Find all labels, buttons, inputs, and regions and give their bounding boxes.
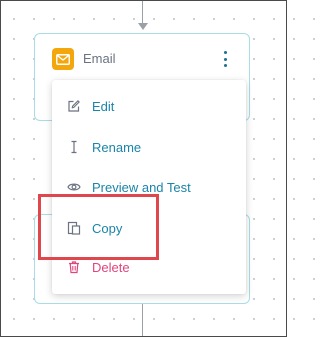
copy-icon	[67, 221, 81, 235]
node-title: Email	[83, 51, 116, 66]
trash-icon	[67, 260, 81, 274]
edit-icon	[67, 99, 81, 113]
menu-item-edit[interactable]: Edit	[52, 89, 246, 123]
node-context-menu: Edit Rename Preview and Test Copy Delete	[52, 80, 246, 294]
kebab-dot	[223, 64, 227, 67]
text-cursor-icon	[67, 140, 81, 154]
connector-arrow-icon	[138, 23, 148, 30]
menu-item-label: Preview and Test	[92, 179, 191, 195]
more-options-button[interactable]	[220, 49, 230, 69]
kebab-dot	[223, 57, 227, 61]
menu-item-label: Delete	[92, 259, 130, 275]
menu-item-label: Edit	[92, 98, 115, 114]
eye-icon	[67, 180, 81, 194]
connector-line-bottom	[142, 304, 143, 337]
kebab-dot	[223, 51, 227, 54]
menu-item-delete[interactable]: Delete	[52, 250, 246, 284]
envelope-icon	[56, 53, 70, 65]
menu-item-copy[interactable]: Copy	[52, 211, 246, 245]
email-node-badge	[52, 48, 74, 70]
menu-item-preview-and-test[interactable]: Preview and Test	[52, 170, 246, 204]
menu-item-label: Copy	[92, 220, 123, 236]
menu-item-label: Rename	[92, 139, 142, 155]
menu-item-rename[interactable]: Rename	[52, 130, 246, 164]
